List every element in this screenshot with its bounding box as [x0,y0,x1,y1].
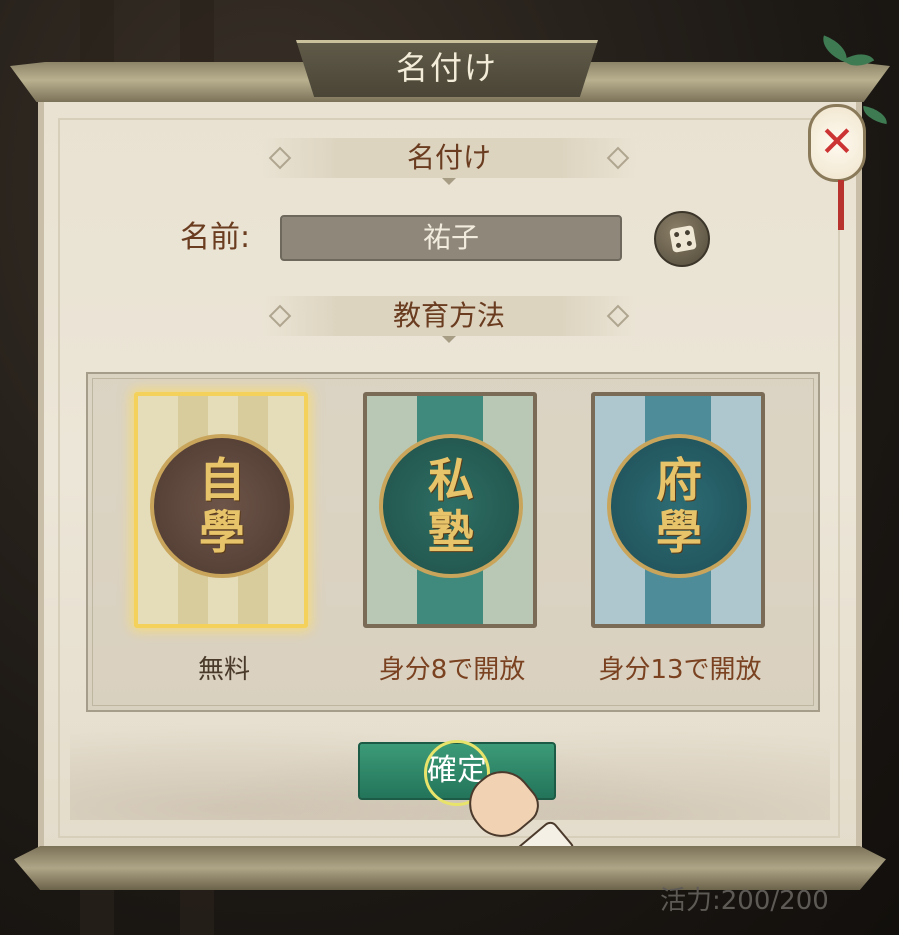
education-card-private-school[interactable]: 私 塾 [363,392,537,628]
education-card-government-school[interactable]: 府 學 [591,392,765,628]
diamond-ornament-icon [606,304,630,328]
education-section-banner: 教育方法 [262,296,636,343]
dice-icon [669,225,697,253]
emblem-glyph: 塾 [428,505,474,559]
random-name-button[interactable] [654,211,710,267]
lantern-tassel [838,180,844,230]
naming-section-banner: 名付け [262,138,636,185]
naming-section-title: 名付け [406,141,491,174]
card-caption-government-school: 身分13で開放 [598,655,762,685]
diamond-ornament-icon [268,304,292,328]
stamina-counter: 活力:200/200 [660,886,829,916]
card-caption-self-study: 無料 [197,655,250,685]
diamond-ornament-icon [268,146,292,170]
emblem-glyph: 學 [199,505,245,559]
private-school-emblem: 私 塾 [379,434,523,578]
dialog-title: 名付け [395,49,498,87]
banner-pointer-icon [442,178,456,185]
banner-pointer-icon [442,336,456,343]
close-icon: ✕ [819,117,855,166]
education-section-title: 教育方法 [392,299,505,332]
emblem-glyph: 自 [199,453,245,507]
diamond-ornament-icon [606,146,630,170]
name-input[interactable]: 祐子 [280,215,622,261]
close-lantern-button[interactable]: ✕ [808,104,866,182]
emblem-glyph: 學 [656,505,702,559]
government-school-emblem: 府 學 [607,434,751,578]
emblem-glyph: 府 [656,453,702,507]
education-card-self-study[interactable]: 自 學 [134,392,308,628]
emblem-glyph: 私 [428,453,474,507]
card-caption-private-school: 身分8で開放 [378,655,526,685]
self-study-emblem: 自 學 [150,434,294,578]
name-label: 名前: [180,220,251,255]
